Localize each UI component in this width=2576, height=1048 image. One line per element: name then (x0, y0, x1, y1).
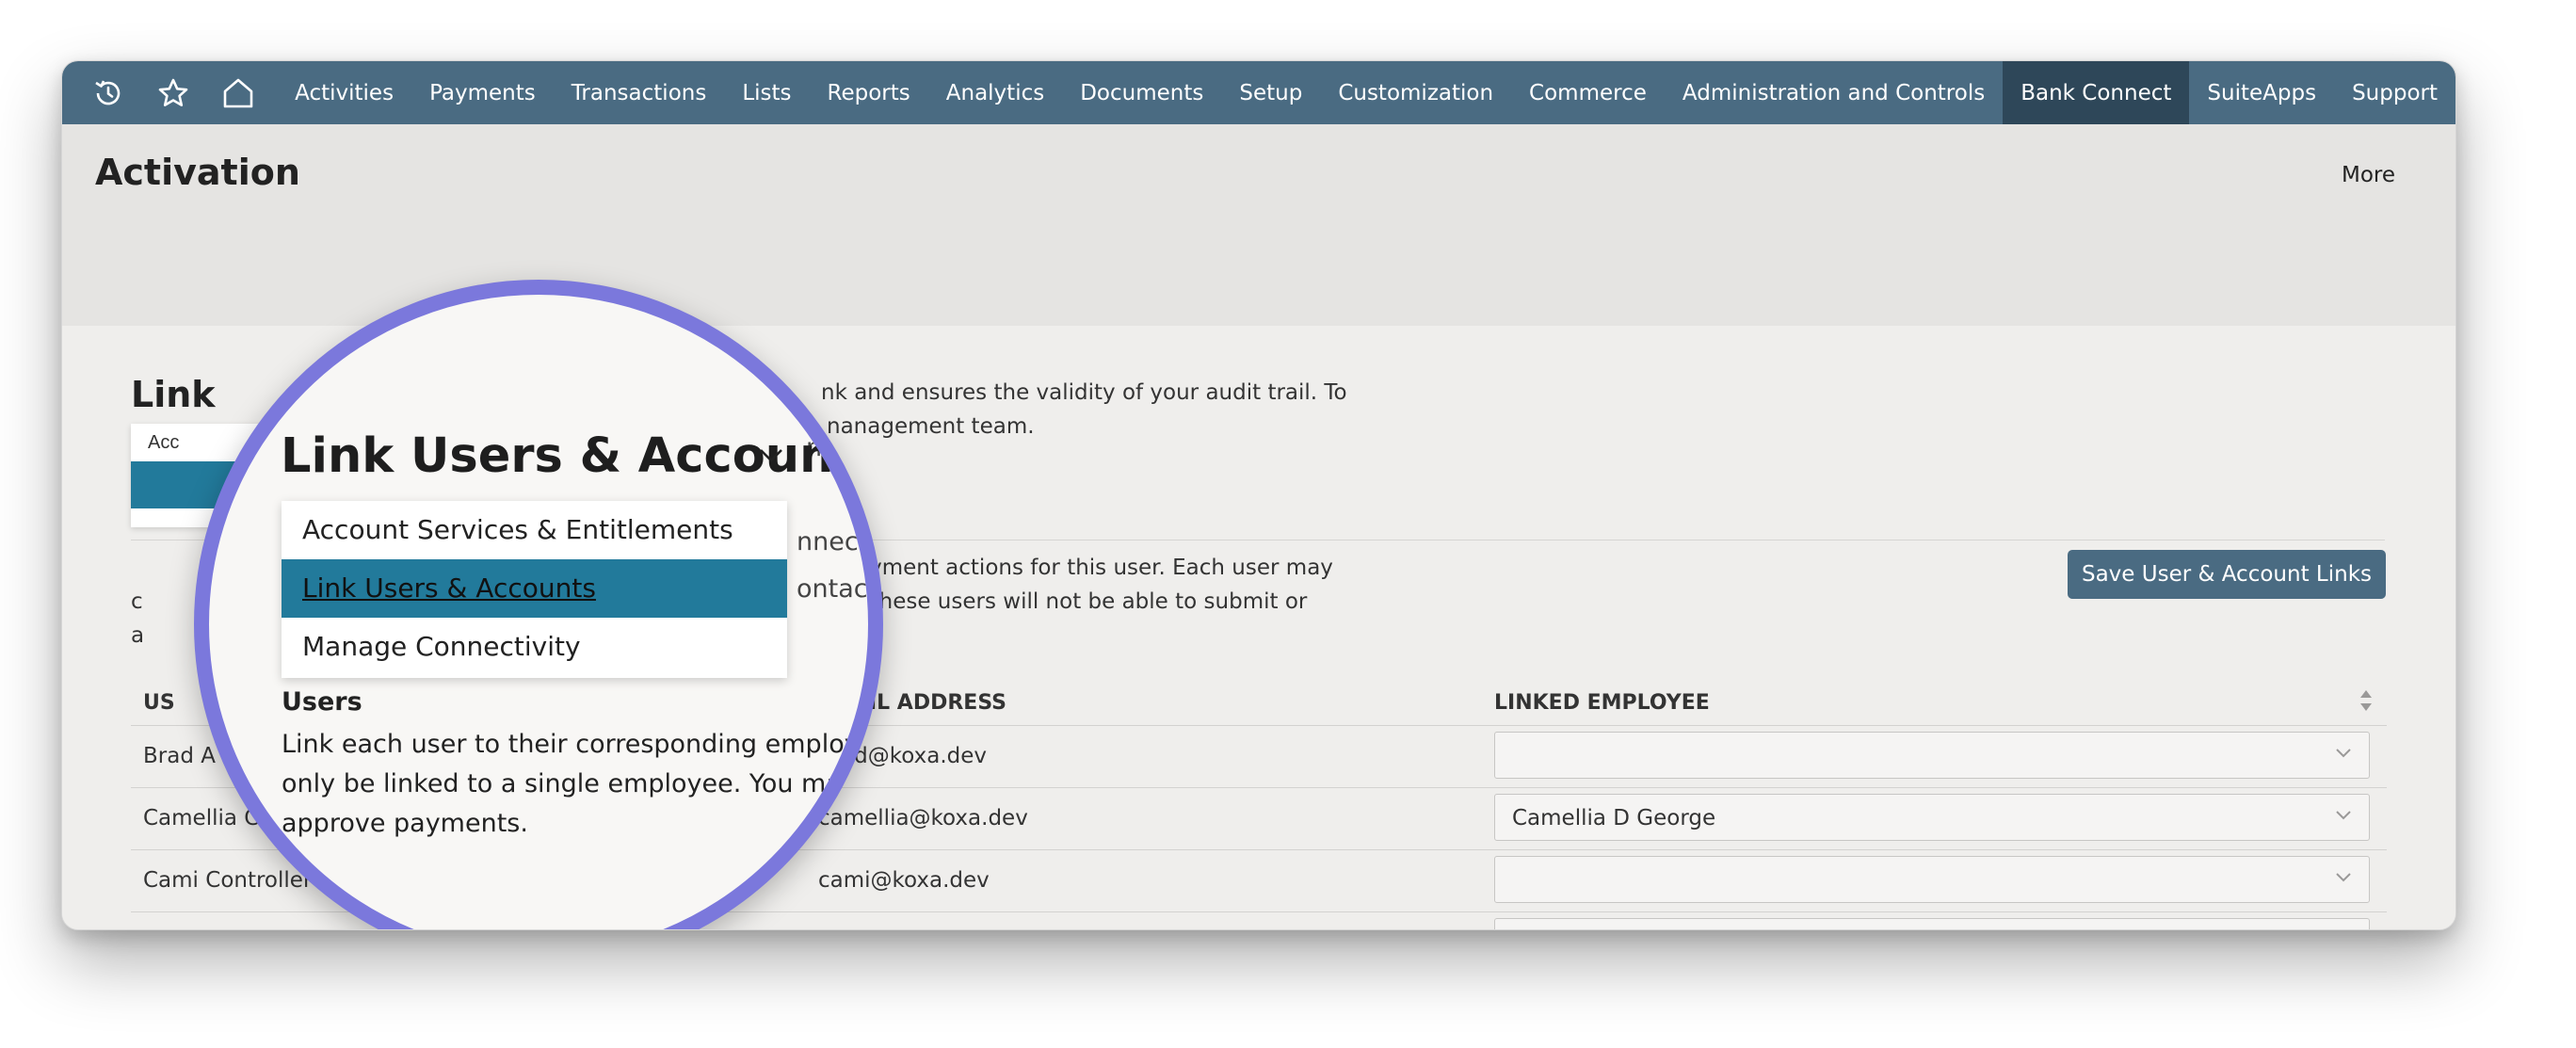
nav-bank-connect[interactable]: Bank Connect (2003, 61, 2190, 124)
linked-employee-select[interactable] (1494, 856, 2370, 903)
linked-employee-select[interactable]: Camellia D George (1494, 794, 2370, 841)
linked-employee-select[interactable] (1494, 732, 2370, 779)
page-title: Activation (95, 152, 300, 193)
dropdown-option-account-services[interactable]: Account Services & Entitlements (282, 501, 787, 559)
home-icon[interactable] (205, 61, 270, 124)
nav-setup[interactable]: Setup (1221, 61, 1320, 124)
nav-reports[interactable]: Reports (810, 61, 928, 124)
magnified-bg-text: ontac (797, 574, 868, 604)
nav-suiteapps[interactable]: SuiteApps (2189, 61, 2334, 124)
nav-payments[interactable]: Payments (411, 61, 554, 124)
star-icon[interactable] (140, 61, 205, 124)
nav-commerce[interactable]: Commerce (1511, 61, 1665, 124)
magnifier-callout: nk and ensures the validity of your audi… (194, 280, 883, 929)
nav-documents[interactable]: Documents (1062, 61, 1221, 124)
nav-analytics[interactable]: Analytics (928, 61, 1062, 124)
dropdown-option-link-users-accounts[interactable]: Link Users & Accounts (282, 559, 787, 618)
more-menu-link[interactable]: More (2342, 163, 2395, 187)
chevron-down-icon (2336, 873, 2351, 882)
nav-support[interactable]: Support (2334, 61, 2455, 124)
linked-employee-value: Camellia D George (1512, 806, 1716, 830)
magnified-content: nk and ensures the validity of your audi… (209, 295, 883, 929)
history-icon[interactable] (75, 61, 140, 124)
users-desc-line-2: - these users will not be able to submit… (856, 589, 1308, 614)
nav-administration-and-controls[interactable]: Administration and Controls (1665, 61, 2003, 124)
nav-activities[interactable]: Activities (270, 61, 411, 124)
column-header-user[interactable]: US (143, 691, 175, 715)
users-desc-fragment-1: c (131, 589, 143, 614)
magnified-bg-text: nnect (797, 527, 869, 556)
chevron-down-icon (2336, 811, 2351, 820)
chevron-down-icon[interactable] (759, 447, 783, 464)
top-navigation-bar: Activities Payments Transactions Lists R… (62, 61, 2455, 124)
column-header-linked-employee[interactable]: LINKED EMPLOYEE (1494, 691, 1710, 715)
linked-employee-select[interactable] (1494, 918, 2370, 929)
users-paragraph-line: Link each user to their corresponding em… (282, 730, 883, 759)
nav-transactions[interactable]: Transactions (554, 61, 725, 124)
app-window: Activities Payments Transactions Lists R… (61, 60, 2456, 930)
users-heading: Users (282, 687, 362, 717)
users-paragraph-line: approve payments. (282, 809, 528, 838)
users-paragraph-line: only be linked to a single employee. You… (282, 769, 872, 798)
dropdown-option-manage-connectivity[interactable]: Manage Connectivity (282, 618, 787, 676)
chevron-down-icon (2336, 749, 2351, 758)
section-dropdown-title[interactable]: Link Users & Accounts (281, 428, 868, 484)
user-name: Brad A (143, 744, 216, 768)
intro-text-line-1: nk and ensures the validity of your audi… (821, 380, 1347, 405)
users-desc-line-1: ayment actions for this user. Each user … (856, 556, 1333, 580)
section-title[interactable]: Link (131, 374, 216, 415)
nav-lists[interactable]: Lists (724, 61, 809, 124)
users-desc-fragment-2: a (131, 623, 145, 648)
sort-icon[interactable] (2359, 687, 2374, 714)
section-dropdown-menu: Account Services & Entitlements Link Use… (282, 501, 787, 678)
nav-customization[interactable]: Customization (1320, 61, 1511, 124)
save-user-account-links-button[interactable]: Save User & Account Links (2068, 550, 2386, 599)
users-paragraph: Link each user to their corresponding em… (282, 725, 883, 844)
